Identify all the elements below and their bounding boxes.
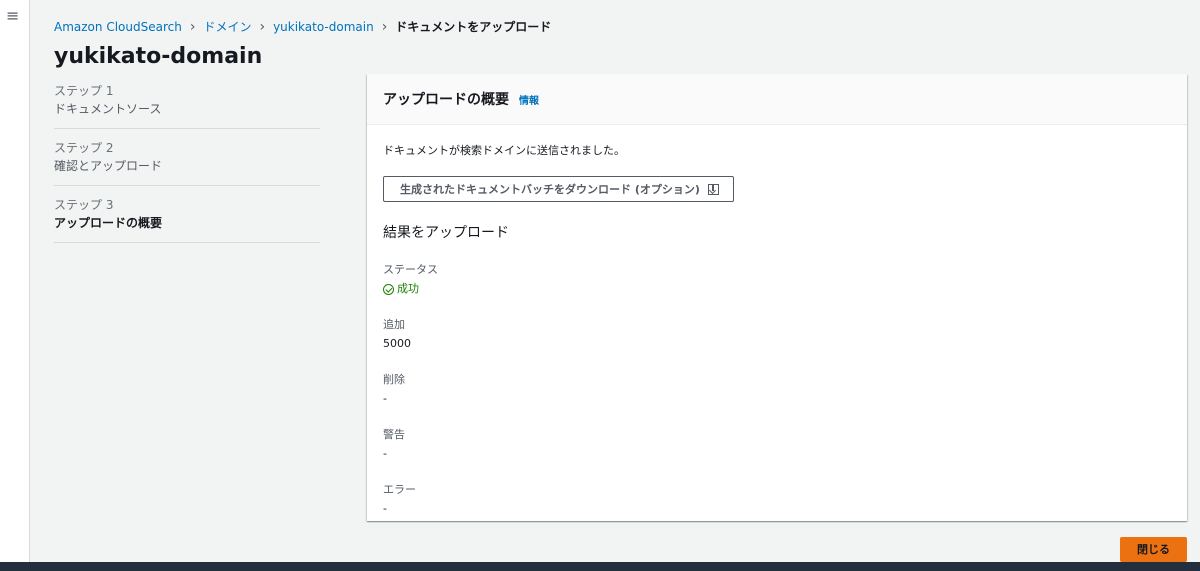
panel-header: アップロードの概要 情報 [367, 74, 1187, 125]
page-title: yukikato-domain [54, 44, 263, 69]
download-batch-button[interactable]: 生成されたドキュメントバッチをダウンロード (オプション) [383, 176, 734, 202]
download-batch-label: 生成されたドキュメントバッチをダウンロード (オプション) [400, 183, 700, 196]
download-icon [707, 183, 719, 195]
chevron-right-icon: › [189, 18, 196, 35]
panel-title: アップロードの概要 [383, 92, 509, 108]
step-label: ドキュメントソース [54, 102, 162, 116]
status-field: ステータス 成功 [383, 262, 1171, 297]
step-number: ステップ 1 [54, 84, 114, 98]
added-field: 追加 5000 [383, 317, 1171, 352]
step-label: アップロードの概要 [54, 216, 163, 230]
chevron-right-icon: › [381, 18, 388, 35]
added-label: 追加 [383, 318, 405, 331]
errors-label: エラー [383, 483, 416, 496]
breadcrumb: Amazon CloudSearch › ドメイン › yukikato-dom… [54, 18, 551, 35]
step-label: 確認とアップロード [54, 159, 163, 173]
status-text: 成功 [397, 282, 419, 295]
info-link[interactable]: 情報 [519, 92, 539, 107]
deleted-value: - [383, 392, 387, 405]
close-button[interactable]: 閉じる [1120, 537, 1187, 562]
wizard-steps: ステップ 1 ドキュメントソース ステップ 2 確認とアップロード ステップ 3… [54, 78, 320, 249]
added-value: 5000 [383, 337, 411, 350]
chevron-right-icon: › [259, 18, 266, 35]
warnings-value: - [383, 447, 387, 460]
status-label: ステータス [383, 263, 438, 276]
step-number: ステップ 2 [54, 141, 114, 155]
errors-value: - [383, 502, 387, 515]
warnings-label: 警告 [383, 428, 405, 441]
wizard-step-2: ステップ 2 確認とアップロード [54, 135, 320, 186]
side-navigation-rail: ≡ [0, 0, 30, 571]
menu-icon[interactable]: ≡ [6, 8, 19, 24]
console-footer [0, 562, 1200, 571]
wizard-step-1: ステップ 1 ドキュメントソース [54, 78, 320, 129]
wizard-step-3: ステップ 3 アップロードの概要 [54, 192, 320, 243]
upload-summary-panel: アップロードの概要 情報 ドキュメントが検索ドメインに送信されました。 生成され… [367, 74, 1187, 521]
breadcrumb-link-domains[interactable]: ドメイン [203, 18, 251, 35]
deleted-label: 削除 [383, 373, 405, 386]
breadcrumb-link-domain[interactable]: yukikato-domain [273, 20, 374, 34]
step-number: ステップ 3 [54, 198, 114, 212]
panel-body: ドキュメントが検索ドメインに送信されました。 生成されたドキュメントバッチをダウ… [367, 125, 1187, 535]
breadcrumb-link-cloudsearch[interactable]: Amazon CloudSearch [54, 20, 182, 34]
deleted-field: 削除 - [383, 372, 1171, 407]
results-heading: 結果をアップロード [383, 225, 509, 241]
status-value: 成功 [383, 281, 1171, 297]
success-message: ドキュメントが検索ドメインに送信されました。 [383, 144, 625, 157]
check-circle-icon [383, 283, 394, 295]
errors-field: エラー - [383, 482, 1171, 517]
warnings-field: 警告 - [383, 427, 1171, 462]
breadcrumb-current: ドキュメントをアップロード [395, 20, 552, 34]
